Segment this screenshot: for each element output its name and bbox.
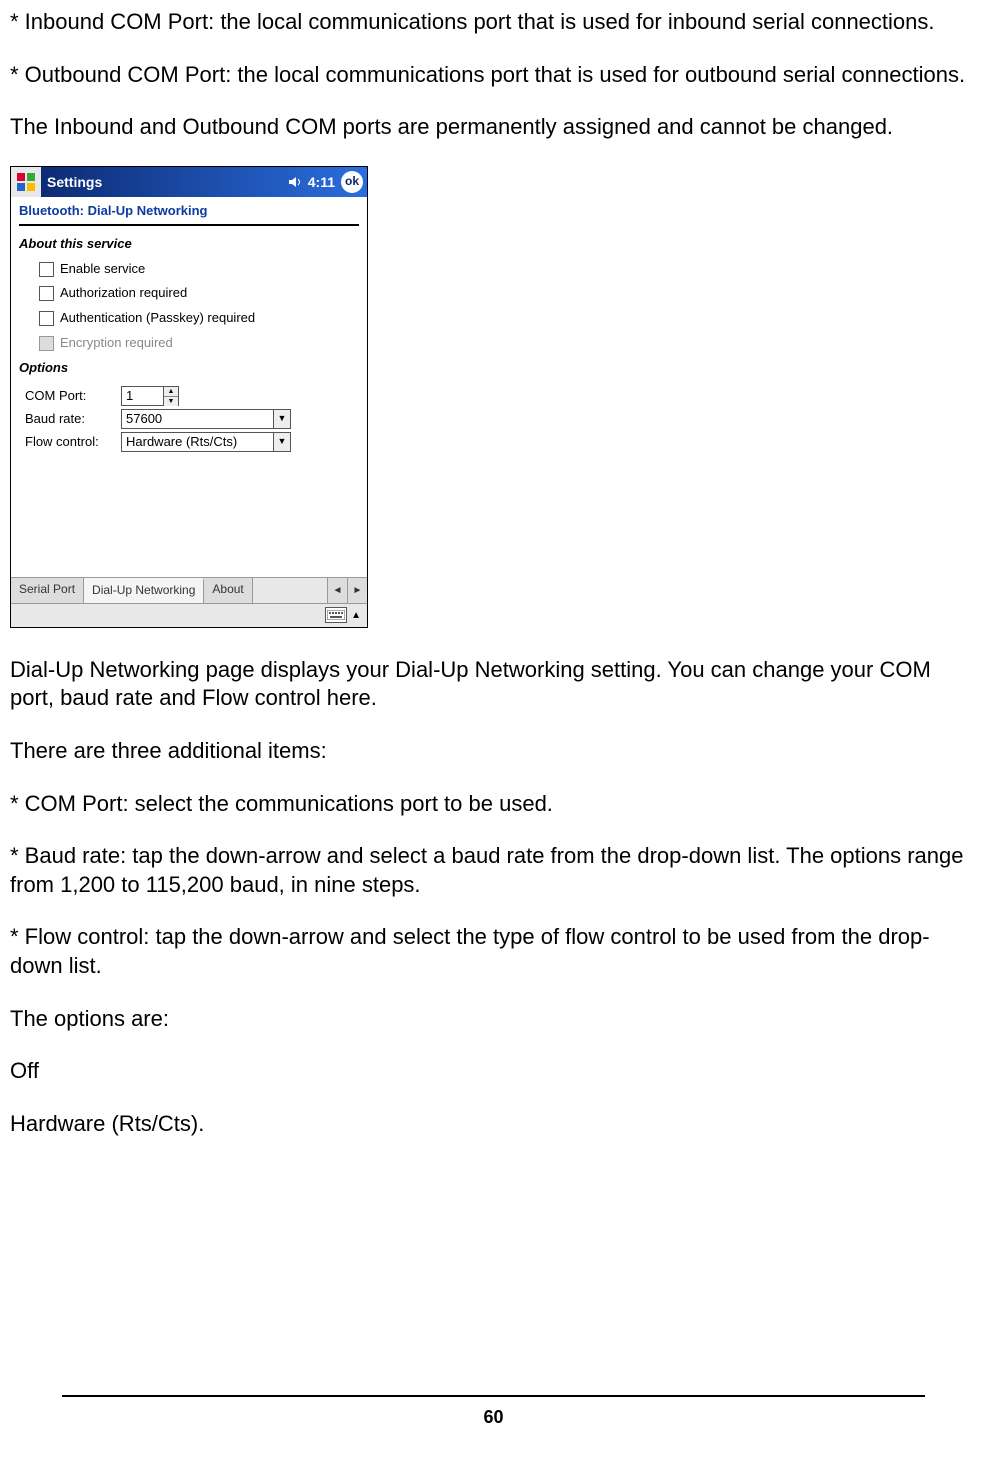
paragraph-off: Off (10, 1057, 977, 1086)
windows-logo-icon (11, 167, 41, 197)
paragraph-item-baud: * Baud rate: tap the down-arrow and sele… (10, 842, 977, 899)
checkbox-row-enable[interactable]: Enable service (39, 261, 359, 278)
paragraph-dun-intro: Dial-Up Networking page displays your Di… (10, 656, 977, 713)
checkbox-row-passkey[interactable]: Authentication (Passkey) required (39, 310, 359, 327)
checkbox-icon[interactable] (39, 311, 54, 326)
spinner-up-icon[interactable]: ▲ (164, 387, 178, 397)
comport-value[interactable]: 1 (121, 386, 163, 406)
baud-value[interactable]: 57600 (121, 409, 273, 429)
titlebar: Settings 4:11 ok (11, 167, 367, 197)
checkbox-label: Encryption required (60, 335, 173, 352)
checkbox-label: Authentication (Passkey) required (60, 310, 255, 327)
clock-time: 4:11 (308, 173, 335, 191)
paragraph-item-flow: * Flow control: tap the down-arrow and s… (10, 923, 977, 980)
tab-strip: Serial Port Dial-Up Networking About ◄ ► (11, 577, 367, 603)
divider (19, 224, 359, 226)
tab-serial-port[interactable]: Serial Port (11, 578, 84, 603)
page-number: 60 (0, 1406, 987, 1429)
tab-about[interactable]: About (204, 578, 252, 603)
checkbox-label: Authorization required (60, 285, 187, 302)
tab-scroll-left-icon[interactable]: ◄ (327, 578, 347, 603)
tab-dial-up-networking[interactable]: Dial-Up Networking (84, 578, 204, 603)
baud-dropdown[interactable]: 57600 ▼ (121, 409, 291, 429)
sip-bar: ▲ (11, 603, 367, 627)
option-label: COM Port: (25, 388, 121, 405)
paragraph-note: The Inbound and Outbound COM ports are p… (10, 113, 977, 142)
paragraph-outbound: * Outbound COM Port: the local communica… (10, 61, 977, 90)
bluetooth-subheader: Bluetooth: Dial-Up Networking (19, 203, 359, 222)
checkbox-icon[interactable] (39, 262, 54, 277)
option-label: Flow control: (25, 434, 121, 451)
dropdown-arrow-icon[interactable]: ▼ (273, 432, 291, 452)
dropdown-arrow-icon[interactable]: ▼ (273, 409, 291, 429)
options-section-title: Options (19, 360, 359, 377)
checkbox-row-encrypt: Encryption required (39, 335, 359, 352)
paragraph-hardware: Hardware (Rts/Cts). (10, 1110, 977, 1139)
option-row-comport: COM Port: 1 ▲ ▼ (25, 386, 359, 406)
paragraph-item-com: * COM Port: select the communications po… (10, 790, 977, 819)
flow-value[interactable]: Hardware (Rts/Cts) (121, 432, 273, 452)
spinner-down-icon[interactable]: ▼ (164, 397, 178, 406)
titlebar-title: Settings (41, 173, 288, 191)
comport-spinner[interactable]: 1 ▲ ▼ (121, 386, 179, 406)
speaker-icon (288, 175, 302, 189)
option-label: Baud rate: (25, 411, 121, 428)
checkbox-icon[interactable] (39, 286, 54, 301)
about-section-title: About this service (19, 236, 359, 253)
sip-arrow-up-icon[interactable]: ▲ (351, 609, 361, 622)
pocketpc-screenshot: Settings 4:11 ok Bluetooth: Dial-Up Netw… (10, 166, 368, 628)
option-row-flow: Flow control: Hardware (Rts/Cts) ▼ (25, 432, 359, 452)
paragraph-options-are: The options are: (10, 1005, 977, 1034)
paragraph-three-items: There are three additional items: (10, 737, 977, 766)
flow-dropdown[interactable]: Hardware (Rts/Cts) ▼ (121, 432, 291, 452)
tab-scroll-right-icon[interactable]: ► (347, 578, 367, 603)
ok-button[interactable]: ok (341, 171, 363, 193)
checkbox-label: Enable service (60, 261, 145, 278)
keyboard-icon[interactable] (325, 607, 347, 623)
checkbox-row-auth[interactable]: Authorization required (39, 285, 359, 302)
checkbox-icon (39, 336, 54, 351)
option-row-baud: Baud rate: 57600 ▼ (25, 409, 359, 429)
footer-divider (62, 1395, 925, 1397)
paragraph-inbound: * Inbound COM Port: the local communicat… (10, 8, 977, 37)
